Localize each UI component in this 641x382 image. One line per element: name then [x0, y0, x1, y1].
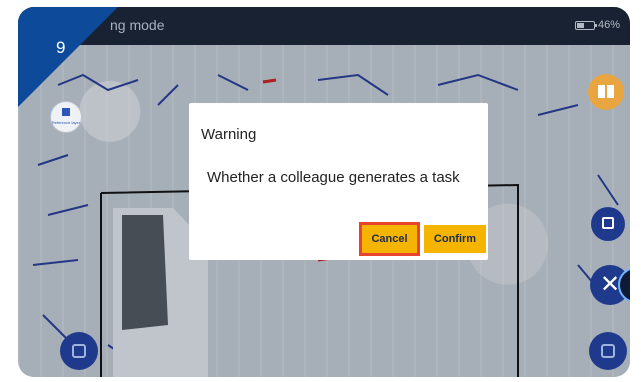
page-frame: ng mode 46% 9 Reference layer ✕ Warning … [0, 0, 641, 382]
tablet-screen: ng mode 46% 9 Reference layer ✕ Warning … [18, 7, 630, 377]
bottom-left-button[interactable] [60, 332, 98, 370]
step-number: 9 [56, 38, 66, 57]
reference-layer-label: Reference layer [51, 120, 81, 125]
layer-icon [62, 108, 70, 116]
confirm-button[interactable]: Confirm [424, 225, 486, 253]
reference-layer-button[interactable]: Reference layer [50, 101, 82, 133]
dialog-title: Warning [201, 126, 257, 143]
dialog-message: Whether a colleague generates a task [207, 169, 460, 186]
book-button[interactable] [588, 74, 624, 110]
cancel-button[interactable]: Cancel [362, 225, 417, 253]
bottom-right-button[interactable] [589, 332, 627, 370]
step-badge [18, 7, 118, 107]
warning-dialog: Warning Whether a colleague generates a … [189, 103, 488, 260]
save-button[interactable] [591, 207, 625, 241]
